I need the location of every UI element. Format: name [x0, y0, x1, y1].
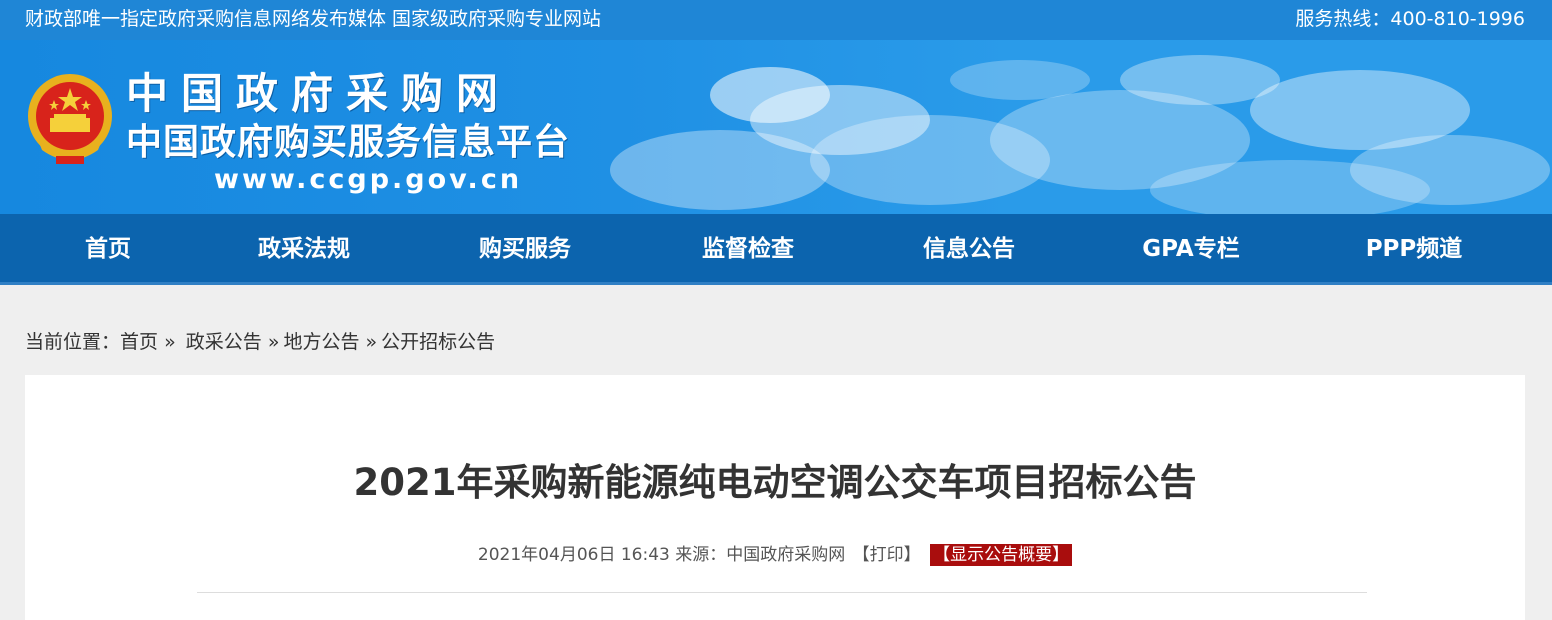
breadcrumb-separator: » — [267, 331, 280, 353]
nav-item-supervision[interactable]: 监督检查 — [688, 214, 808, 285]
divider — [197, 592, 1367, 593]
nav-item-announcements[interactable]: 信息公告 — [909, 214, 1029, 285]
site-logo-url: www.ccgp.gov.cn — [214, 164, 523, 195]
article-title: 2021年采购新能源纯电动空调公交车项目招标公告 — [353, 461, 1197, 504]
site-header-banner: 中国政府采购网 中国政府购买服务信息平台 www.ccgp.gov.cn — [0, 40, 1552, 214]
breadcrumb-link-home[interactable]: 首页 — [120, 331, 158, 353]
site-logo-title: 中国政府采购网 — [126, 69, 512, 118]
article-datetime: 2021年04月06日 16:43 — [477, 545, 670, 565]
breadcrumb-link-open-tender[interactable]: 公开招标公告 — [381, 331, 495, 353]
breadcrumb-prefix: 当前位置： — [25, 331, 121, 353]
main-navigation: 首页 政采法规 购买服务 监督检查 信息公告 GPA专栏 PPP频道 — [0, 214, 1552, 285]
breadcrumb: 当前位置：首页 » 政采公告 » 地方公告 » 公开招标公告 — [25, 329, 495, 355]
nav-item-home[interactable]: 首页 — [48, 214, 168, 285]
print-button[interactable]: 【打印】 — [853, 545, 921, 565]
nav-item-gpa[interactable]: GPA专栏 — [1126, 214, 1256, 285]
nav-item-ppp[interactable]: PPP频道 — [1349, 214, 1479, 285]
show-summary-button[interactable]: 【显示公告概要】 — [930, 544, 1073, 566]
article-card: 2021年采购新能源纯电动空调公交车项目招标公告 2021年04月06日 16:… — [25, 375, 1525, 620]
breadcrumb-separator: » — [365, 331, 378, 353]
site-tagline: 财政部唯一指定政府采购信息网络发布媒体 国家级政府采购专业网站 — [25, 8, 602, 30]
site-logo-subtitle: 中国政府购买服务信息平台 — [126, 122, 571, 163]
top-info-bar: 财政部唯一指定政府采购信息网络发布媒体 国家级政府采购专业网站 服务热线：400… — [0, 0, 1552, 40]
clouds-decoration — [610, 55, 1550, 214]
breadcrumb-link-announcements[interactable]: 政采公告 — [186, 331, 262, 353]
breadcrumb-separator: » — [164, 331, 176, 353]
article-source: 中国政府采购网 — [726, 545, 846, 565]
nav-item-purchase-services[interactable]: 购买服务 — [465, 214, 585, 285]
national-emblem-icon — [28, 74, 112, 164]
article-source-label: 来源： — [675, 545, 727, 565]
nav-item-regulations[interactable]: 政采法规 — [244, 214, 364, 285]
breadcrumb-link-local[interactable]: 地方公告 — [283, 331, 359, 353]
article-meta: 2021年04月06日 16:43 来源：中国政府采购网 【打印】 【显示公告概… — [25, 543, 1525, 567]
service-hotline: 服务热线：400-810-1996 — [1295, 8, 1525, 30]
